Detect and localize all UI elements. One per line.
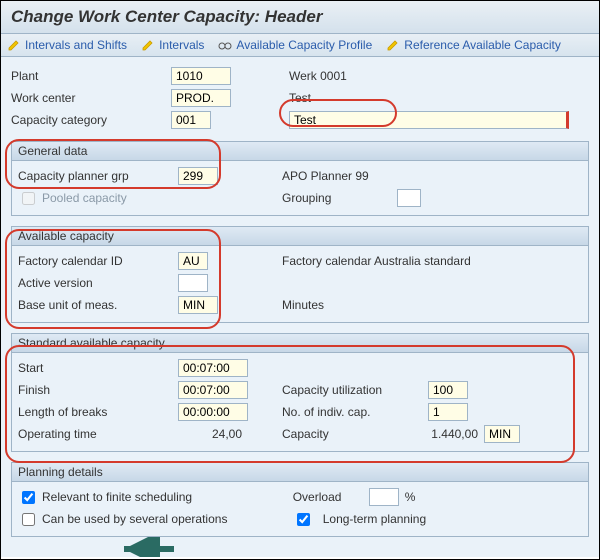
pooled-capacity-label: Pooled capacity	[42, 191, 182, 205]
grouping-label: Grouping	[282, 191, 331, 205]
overload-field[interactable]	[369, 488, 399, 506]
pencil-icon	[7, 38, 21, 52]
intervals-button[interactable]: Intervals	[141, 38, 204, 52]
capacity-category-field[interactable]	[171, 111, 211, 129]
workcenter-label: Work center	[11, 91, 171, 105]
planner-grp-label: Capacity planner grp	[18, 169, 178, 183]
capacity-category-desc-field[interactable]	[289, 111, 569, 129]
intervals-and-shifts-label: Intervals and Shifts	[25, 38, 127, 52]
base-uom-desc: Minutes	[282, 298, 324, 312]
plant-label: Plant	[11, 69, 171, 83]
finite-scheduling-label: Relevant to finite scheduling	[42, 490, 293, 504]
factory-calendar-field[interactable]	[178, 252, 208, 270]
finish-field[interactable]	[178, 381, 248, 399]
several-operations-checkbox[interactable]	[22, 513, 35, 526]
plant-desc: Werk 0001	[289, 69, 347, 83]
overload-unit: %	[405, 490, 416, 504]
start-label: Start	[18, 361, 178, 375]
grouping-field[interactable]	[397, 189, 421, 207]
window-title: Change Work Center Capacity: Header	[1, 1, 599, 34]
reference-available-capacity-button[interactable]: Reference Available Capacity	[386, 38, 561, 52]
workcenter-field[interactable]	[171, 89, 231, 107]
capacity-value: 1.440,00	[408, 427, 478, 441]
section-available-header: Available capacity	[12, 227, 588, 246]
available-capacity-profile-button[interactable]: Available Capacity Profile	[218, 38, 372, 52]
indiv-cap-label: No. of indiv. cap.	[282, 405, 422, 419]
page-body: Plant Werk 0001 Work center Test Capacit…	[1, 57, 599, 557]
workcenter-desc: Test	[289, 91, 311, 105]
breaks-label: Length of breaks	[18, 405, 178, 419]
long-term-planning-label: Long-term planning	[323, 512, 426, 526]
planner-grp-field[interactable]	[178, 167, 218, 185]
active-version-label: Active version	[18, 276, 178, 290]
plant-field[interactable]	[171, 67, 231, 85]
glasses-icon	[218, 38, 232, 52]
annotation-arrow-planning-icon	[119, 537, 179, 557]
capacity-util-label: Capacity utilization	[282, 383, 422, 397]
active-version-field[interactable]	[178, 274, 208, 292]
planner-grp-desc: APO Planner 99	[282, 169, 369, 183]
capacity-label: Capacity	[282, 427, 402, 441]
section-general-header: General data	[12, 142, 588, 161]
section-planning: Planning details Relevant to finite sche…	[11, 462, 589, 537]
section-standard-header: Standard available capacity	[12, 334, 588, 353]
capacity-util-field[interactable]	[428, 381, 468, 399]
base-uom-field[interactable]	[178, 296, 218, 314]
pencil-icon	[141, 38, 155, 52]
intervals-and-shifts-button[interactable]: Intervals and Shifts	[7, 38, 127, 52]
reference-available-capacity-label: Reference Available Capacity	[404, 38, 561, 52]
breaks-field[interactable]	[178, 403, 248, 421]
available-capacity-profile-label: Available Capacity Profile	[236, 38, 372, 52]
intervals-label: Intervals	[159, 38, 204, 52]
operating-time-label: Operating time	[18, 427, 178, 441]
overload-label: Overload	[293, 490, 363, 504]
capacity-unit-field[interactable]	[484, 425, 520, 443]
capacity-category-label: Capacity category	[11, 113, 171, 127]
long-term-planning-checkbox[interactable]	[297, 513, 310, 526]
toolbar: Intervals and Shifts Intervals Available…	[1, 34, 599, 57]
section-standard: Standard available capacity Start Finish…	[11, 333, 589, 452]
base-uom-label: Base unit of meas.	[18, 298, 178, 312]
operating-time-value: 24,00	[178, 427, 248, 441]
finite-scheduling-checkbox[interactable]	[22, 491, 35, 504]
several-operations-label: Can be used by several operations	[42, 512, 293, 526]
start-field[interactable]	[178, 359, 248, 377]
indiv-cap-field[interactable]	[428, 403, 468, 421]
pooled-capacity-checkbox	[22, 192, 35, 205]
section-planning-header: Planning details	[12, 463, 588, 482]
factory-calendar-desc: Factory calendar Australia standard	[282, 254, 471, 268]
pencil-icon	[386, 38, 400, 52]
section-general: General data Capacity planner grp APO Pl…	[11, 141, 589, 216]
factory-calendar-label: Factory calendar ID	[18, 254, 178, 268]
finish-label: Finish	[18, 383, 178, 397]
section-available: Available capacity Factory calendar ID F…	[11, 226, 589, 323]
